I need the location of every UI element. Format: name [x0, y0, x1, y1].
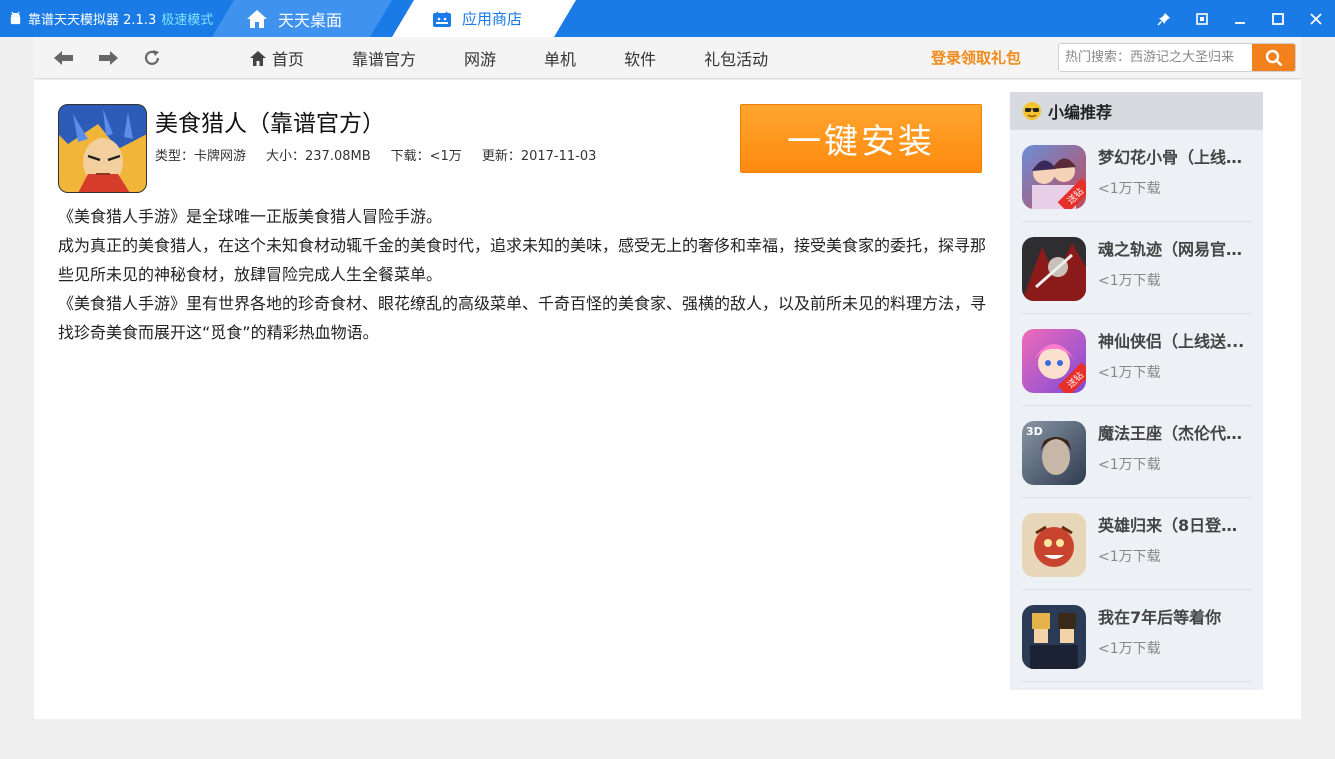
minimize-button[interactable]	[1221, 0, 1259, 37]
app-downloads: 下载：<1万	[390, 149, 462, 164]
window-controls	[1145, 0, 1335, 37]
game-character-icon: 3D	[1022, 421, 1086, 485]
recommend-app-icon	[1022, 237, 1086, 301]
home-icon	[246, 9, 268, 29]
recommend-app-name: 英雄归来（8日登录...	[1098, 516, 1248, 535]
close-icon	[1310, 12, 1322, 25]
recommend-item[interactable]: 我在7年后等着你 <1万下载	[1022, 590, 1252, 682]
title-bar: 靠谱天天模拟器 2.1.3 极速模式 天天桌面 应用商店	[0, 0, 1335, 37]
recommend-item[interactable]: 送钻 神仙侠侣（上线送... <1万下载	[1022, 314, 1252, 406]
window-icon	[1196, 12, 1208, 25]
tab-app-store[interactable]: 应用商店	[392, 0, 576, 37]
nav-software[interactable]: 软件	[624, 46, 656, 70]
android-logo-icon	[10, 11, 21, 25]
app-size: 大小：237.08MB	[266, 149, 371, 164]
tab-app-store-label: 应用商店	[462, 10, 523, 28]
description-paragraph: 成为真正的美食猎人，在这个未知食材动辄千金的美食时代，追求未知的美味，感受无上的…	[58, 236, 987, 284]
refresh-icon	[144, 50, 160, 65]
mode-label[interactable]: 极速模式	[161, 9, 213, 28]
search-icon	[1265, 49, 1282, 66]
recommend-item[interactable]: 魂之轨迹（网易官方） <1万下载	[1022, 222, 1252, 314]
recommend-app-downloads: <1万下载	[1098, 641, 1161, 657]
app-meta: 类型：卡牌网游 大小：237.08MB 下载：<1万 更新：2017-11-03	[155, 145, 596, 164]
app-title: 美食猎人（靠谱官方）	[155, 111, 385, 137]
store-icon	[432, 10, 452, 28]
app-type: 类型：卡牌网游	[155, 149, 247, 164]
recommend-app-name: 神仙侠侣（上线送...	[1098, 332, 1245, 351]
back-button[interactable]	[52, 46, 76, 70]
history-controls	[52, 37, 164, 79]
nav-official[interactable]: 靠谱官方	[352, 46, 416, 70]
app-icon	[58, 104, 147, 193]
nav-single-player[interactable]: 单机	[544, 46, 576, 70]
app-name: 靠谱天天模拟器 2.1.3	[28, 13, 157, 28]
recommend-app-icon: 送钻	[1022, 145, 1086, 209]
sidebar-title: 小编推荐	[1048, 103, 1113, 122]
home-icon	[250, 50, 266, 66]
recommend-app-icon: 3D	[1022, 421, 1086, 485]
nav-online-games[interactable]: 网游	[464, 46, 496, 70]
pixel-characters-icon	[1022, 605, 1086, 669]
recommend-app-downloads: <1万下载	[1098, 457, 1161, 473]
app-updated: 更新：2017-11-03	[481, 149, 597, 164]
close-button[interactable]	[1297, 0, 1335, 37]
game-character-icon	[58, 104, 147, 193]
recommend-item[interactable]: 英雄归来（8日登录... <1万下载	[1022, 498, 1252, 590]
recommend-app-icon	[1022, 605, 1086, 669]
sidebar-header: 小编推荐	[1010, 92, 1263, 130]
recommend-app-icon	[1022, 513, 1086, 577]
nav-home-label: 首页	[272, 50, 305, 69]
app-title: 靠谱天天模拟器 2.1.3 极速模式	[8, 0, 213, 37]
recommend-app-name: 梦幻花小骨（上线送...	[1098, 148, 1248, 167]
svg-text:3D: 3D	[1026, 425, 1043, 438]
recommend-app-name: 魂之轨迹（网易官方）	[1098, 240, 1248, 259]
recommend-app-name: 我在7年后等着你	[1098, 608, 1222, 627]
recommend-app-downloads: <1万下载	[1098, 273, 1161, 289]
maximize-icon	[1272, 12, 1284, 25]
maximize-button[interactable]	[1259, 0, 1297, 37]
install-button[interactable]: 一键安装	[740, 104, 982, 173]
pin-icon	[1157, 12, 1170, 26]
search-input[interactable]	[1059, 44, 1252, 71]
search-button[interactable]	[1252, 44, 1295, 71]
sunglasses-emoji-icon	[1023, 102, 1041, 120]
game-character-icon	[1022, 237, 1086, 301]
arrow-right-icon	[99, 51, 118, 65]
refresh-button[interactable]	[140, 46, 164, 70]
minimize-icon	[1235, 21, 1245, 24]
nav-gift-events[interactable]: 礼包活动	[704, 46, 768, 70]
nav-links: 首页 靠谱官方 网游 单机 软件 礼包活动	[250, 37, 816, 79]
tab-desktop[interactable]: 天天桌面	[212, 0, 392, 37]
recommend-item[interactable]: 3D 魔法王座（杰伦代言） <1万下载	[1022, 406, 1252, 498]
game-character-icon	[1022, 513, 1086, 577]
app-description: 《美食猎人手游》是全球唯一正版美食猎人冒险手游。 成为真正的美食猎人，在这个未知…	[58, 202, 988, 347]
recommend-item[interactable]: 送钻 梦幻花小骨（上线送... <1万下载	[1022, 130, 1252, 222]
recommend-app-downloads: <1万下载	[1098, 365, 1161, 381]
pin-button[interactable]	[1145, 0, 1183, 37]
recommend-app-name: 魔法王座（杰伦代言）	[1098, 424, 1248, 443]
recommend-app-icon: 送钻	[1022, 329, 1086, 393]
recommend-app-downloads: <1万下载	[1098, 181, 1161, 197]
nav-bar: 首页 靠谱官方 网游 单机 软件 礼包活动 登录领取礼包	[34, 37, 1301, 79]
recommend-app-downloads: <1万下载	[1098, 549, 1161, 565]
mini-mode-button[interactable]	[1183, 0, 1221, 37]
description-paragraph: 《美食猎人手游》是全球唯一正版美食猎人冒险手游。	[58, 207, 443, 226]
recommend-sidebar: 小编推荐 送钻 梦幻花小骨（上线送... <1万下载 魂之轨迹（网易官方） <1…	[1010, 92, 1263, 690]
tab-desktop-label: 天天桌面	[278, 10, 343, 30]
app-detail-panel: 美食猎人（靠谱官方） 类型：卡牌网游 大小：237.08MB 下载：<1万 更新…	[34, 80, 1301, 719]
arrow-left-icon	[54, 51, 73, 65]
search-box	[1058, 43, 1296, 72]
description-paragraph: 《美食猎人手游》里有世界各地的珍奇食材、眼花缭乱的高级菜单、千奇百怪的美食家、强…	[58, 294, 987, 342]
forward-button[interactable]	[96, 46, 120, 70]
login-gift-link[interactable]: 登录领取礼包	[931, 37, 1021, 79]
nav-home[interactable]: 首页	[250, 46, 304, 70]
